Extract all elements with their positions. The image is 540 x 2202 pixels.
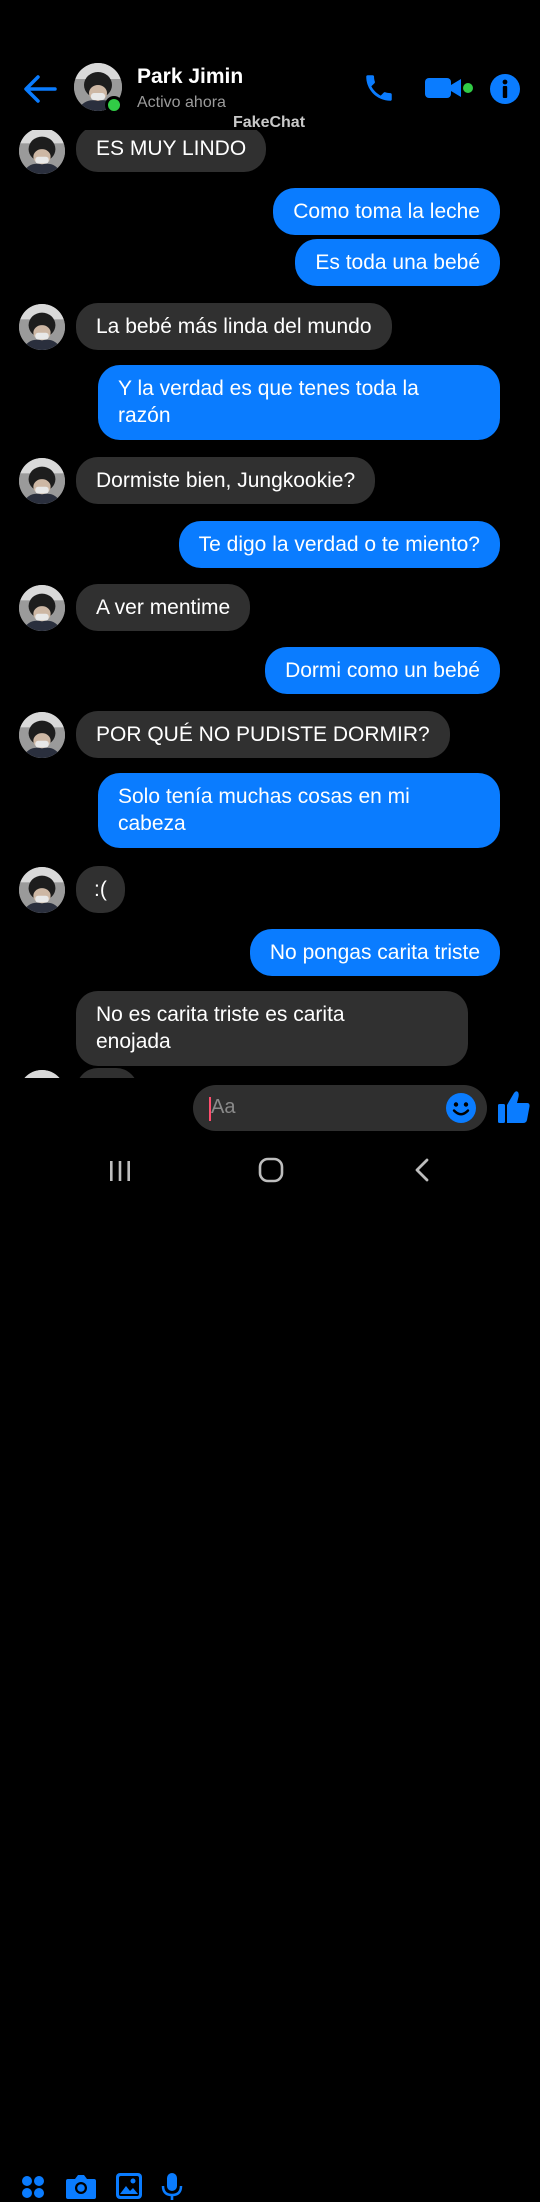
info-icon[interactable] (489, 73, 521, 105)
message-row: Te digo la verdad o te miento? (0, 521, 540, 568)
message-line: Solo tenía muchas cosas en mi (118, 785, 410, 808)
outgoing-message[interactable]: No pongas carita triste (249, 929, 500, 976)
message-row: POR QUÉ NO PUDISTE DORMIR? (0, 711, 540, 758)
message-row (0, 1068, 540, 1078)
outgoing-message[interactable]: Y la verdad es que tenes toda la razón (98, 365, 500, 440)
avatar[interactable] (19, 304, 65, 350)
chat-header: Park Jimin Activo ahora (0, 0, 540, 130)
message-row: Es toda una bebé (0, 239, 540, 286)
message-row: Solo tenía muchas cosas en mi cabeza (0, 773, 540, 848)
smiley-icon[interactable] (445, 1092, 477, 1124)
outgoing-message[interactable]: Te digo la verdad o te miento? (178, 521, 500, 568)
contact-status: Activo ahora (137, 94, 226, 111)
image-icon[interactable] (115, 2172, 143, 2200)
four-dots-icon[interactable] (20, 2174, 46, 2200)
message-row: Dormi como un bebé (0, 647, 540, 694)
message-line: cabeza (118, 812, 186, 835)
avatar[interactable] (19, 867, 65, 913)
outgoing-message[interactable]: Como toma la leche (273, 188, 500, 235)
avatar[interactable] (19, 712, 65, 758)
avatar[interactable] (19, 1070, 65, 1078)
message-row: A ver mentime (0, 584, 540, 631)
message-input-placeholder: Aa (211, 1096, 236, 1118)
message-line: Y la verdad es que tenes toda la (118, 377, 419, 400)
outgoing-message[interactable]: Dormi como un bebé (265, 647, 500, 694)
message-row: No pongas carita triste (0, 929, 540, 976)
message-input[interactable] (193, 1085, 487, 1131)
watermark: FakeChat (233, 114, 306, 131)
incoming-message[interactable]: La bebé más linda del mundo (76, 303, 392, 350)
incoming-message[interactable]: Dormiste bien, Jungkookie? (76, 457, 376, 504)
incoming-message-partial[interactable] (76, 1068, 138, 1078)
message-row: Y la verdad es que tenes toda la razón (0, 365, 540, 440)
outgoing-message[interactable]: Solo tenía muchas cosas en mi cabeza (98, 773, 500, 848)
camera-icon[interactable] (65, 2172, 97, 2200)
incoming-message[interactable]: ES MUY LINDO (76, 126, 267, 172)
back-navigation-icon[interactable] (412, 1158, 432, 1182)
system-navigation-bar (0, 1140, 540, 1200)
message-row: :( (0, 866, 540, 913)
avatar[interactable] (19, 458, 65, 504)
microphone-icon[interactable] (161, 2172, 183, 2202)
message-row: La bebé más linda del mundo (0, 303, 540, 350)
contact-name[interactable]: Park Jimin (137, 65, 243, 89)
message-row: Dormiste bien, Jungkookie? (0, 457, 540, 504)
video-camera-icon[interactable] (424, 74, 476, 102)
arrow-left-icon[interactable] (22, 72, 58, 106)
message-row: ES MUY LINDO (0, 126, 540, 174)
message-row: No es carita triste es carita enojada (0, 991, 540, 1066)
incoming-message[interactable]: POR QUÉ NO PUDISTE DORMIR? (76, 711, 450, 758)
online-indicator (105, 96, 123, 114)
recent-apps-icon[interactable] (108, 1160, 132, 1182)
incoming-message[interactable]: A ver mentime (76, 584, 251, 631)
phone-icon[interactable] (362, 70, 396, 106)
message-row: Como toma la leche (0, 188, 540, 235)
incoming-message[interactable]: :( (76, 866, 125, 913)
incoming-message[interactable]: No es carita triste es carita enojada (76, 991, 468, 1066)
message-list[interactable]: ES MUY LINDO Como toma la leche Es toda … (0, 0, 540, 1078)
message-line: No es carita triste es carita (96, 1003, 345, 1026)
outgoing-message[interactable]: Es toda una bebé (295, 239, 500, 286)
message-line: razón (118, 404, 171, 427)
home-icon[interactable] (258, 1157, 284, 1183)
avatar[interactable] (19, 128, 65, 174)
avatar[interactable] (19, 585, 65, 631)
thumbs-up-icon[interactable] (497, 1089, 531, 1125)
message-line: enojada (96, 1030, 171, 1053)
